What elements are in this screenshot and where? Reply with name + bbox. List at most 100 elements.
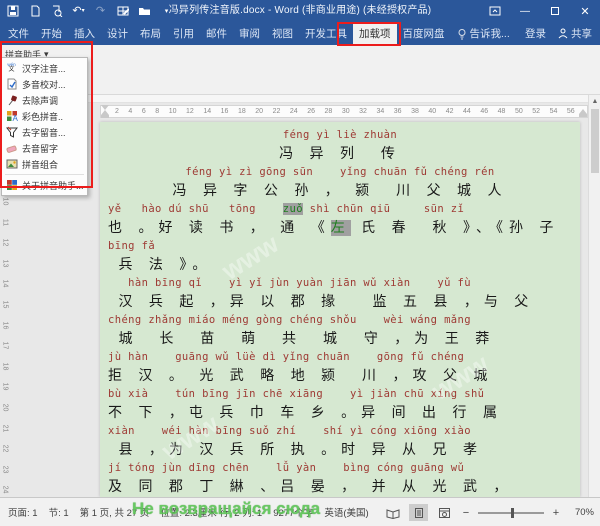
tab-审阅[interactable]: 审阅 bbox=[233, 22, 266, 45]
left-indent-marker[interactable] bbox=[101, 105, 109, 118]
horizontal-ruler[interactable]: 2468101214161820222426283032343638404244… bbox=[100, 105, 588, 118]
scrollbar-thumb[interactable] bbox=[591, 109, 599, 173]
save-icon[interactable] bbox=[6, 5, 19, 18]
menu-item-polyphone-check[interactable]: 多音校对... bbox=[2, 76, 87, 92]
undo-icon[interactable]: ↶▾ bbox=[72, 5, 85, 18]
tab-布局[interactable]: 布局 bbox=[134, 22, 167, 45]
text-segment: 氏 春 秋 》、《孙 子 bbox=[351, 220, 560, 236]
person-icon bbox=[558, 28, 568, 39]
vertical-ruler-number: 18 bbox=[2, 361, 9, 371]
menu-item-keep-pinyin-filter[interactable]: 去字留音... bbox=[2, 124, 87, 140]
ruler-number: 4 bbox=[128, 108, 132, 115]
tab-告诉我[interactable]: 告诉我... bbox=[451, 22, 516, 45]
document-line-hanzi: 冯 异 字 公 孙 ， 颍 川 父 城 人 bbox=[108, 181, 572, 201]
document-page[interactable]: féng yì liè zhuàn冯 异 列 传féng yì zì gōng … bbox=[100, 122, 580, 497]
text-segment: 冯 异 字 公 孙 ， 颍 川 父 城 人 bbox=[173, 183, 508, 199]
tab-label: 文件 bbox=[8, 26, 29, 41]
zoom-slider-thumb[interactable] bbox=[511, 508, 514, 518]
vertical-ruler-number: 16 bbox=[2, 320, 9, 330]
document-line-pinyin: jí tóng jùn dīng chēn lǚ yàn bìng cóng g… bbox=[108, 460, 572, 477]
menu-item-about-pinyin[interactable]: 关于拼音助手... bbox=[2, 177, 87, 193]
minimize-icon[interactable]: — bbox=[510, 0, 540, 22]
document-line-hanzi: 也 。好 读 书 ， 通 《左 氏 春 秋 》、《孙 子 bbox=[108, 218, 572, 238]
tab-视图[interactable]: 视图 bbox=[266, 22, 299, 45]
status-item[interactable]: 页面: 1 bbox=[8, 505, 38, 519]
open-folder-icon[interactable] bbox=[138, 5, 151, 18]
tab-设计[interactable]: 设计 bbox=[101, 22, 134, 45]
tab-加载项[interactable]: 加载项 bbox=[353, 22, 397, 45]
vertical-scrollbar[interactable]: ▲ bbox=[588, 95, 600, 497]
menu-item-label: 彩色拼音.. bbox=[22, 110, 63, 123]
draw-table-icon[interactable] bbox=[116, 5, 129, 18]
svg-text:A: A bbox=[12, 114, 18, 122]
menu-item-remove-tone-pin[interactable]: 去除声调 bbox=[2, 92, 87, 108]
zoom-slider[interactable] bbox=[478, 512, 544, 514]
ruler-number: 2 bbox=[115, 108, 119, 115]
read-mode-icon[interactable] bbox=[383, 504, 402, 521]
ruler-number: 28 bbox=[325, 108, 333, 115]
tab-文件[interactable]: 文件 bbox=[2, 22, 35, 45]
vertical-ruler-number: 14 bbox=[2, 279, 9, 289]
tab-百度网盘[interactable]: 百度网盘 bbox=[397, 22, 451, 45]
status-item[interactable]: 位置: 2.3厘米 行: 2 列: 1 bbox=[160, 505, 262, 519]
document-line-pinyin: bīng fǎ bbox=[108, 238, 572, 255]
tab-开发工具[interactable]: 开发工具 bbox=[299, 22, 353, 45]
print-layout-icon[interactable] bbox=[409, 504, 428, 521]
tab-label: 设计 bbox=[107, 26, 128, 41]
document-line-hanzi: 及 同 郡 丁 綝 、吕 晏 ， 并 从 光 武 ， bbox=[108, 477, 572, 497]
new-document-icon[interactable] bbox=[28, 5, 41, 18]
tab-label: 开发工具 bbox=[305, 26, 347, 41]
ruler-number: 6 bbox=[142, 108, 146, 115]
ribbon-display-options-icon[interactable] bbox=[480, 0, 510, 22]
print-preview-icon[interactable] bbox=[50, 5, 63, 18]
status-item[interactable]: 9277个字 bbox=[273, 505, 313, 519]
scroll-up-icon[interactable]: ▲ bbox=[589, 95, 600, 107]
vertical-ruler-number: 22 bbox=[2, 444, 9, 454]
ruler-number: 54 bbox=[550, 108, 558, 115]
zoom-in-button[interactable]: + bbox=[551, 507, 561, 519]
ruler-number: 42 bbox=[446, 108, 454, 115]
vertical-ruler-number: 21 bbox=[2, 423, 9, 433]
tab-引用[interactable]: 引用 bbox=[167, 22, 200, 45]
vertical-ruler-number: 23 bbox=[2, 464, 9, 474]
tab-插入[interactable]: 插入 bbox=[68, 22, 101, 45]
remove-tone-pin-icon bbox=[5, 94, 18, 107]
zoom-level[interactable]: 70% bbox=[568, 507, 594, 518]
customize-toolbar-icon[interactable]: ▾ bbox=[160, 5, 173, 18]
lightbulb-icon bbox=[457, 28, 467, 40]
status-bar: 页面: 1 节: 1 第 1 页, 共 27 页位置: 2.3厘米 行: 2 列: … bbox=[0, 497, 600, 526]
ruler-number: 34 bbox=[376, 108, 384, 115]
right-indent-marker[interactable] bbox=[579, 109, 587, 118]
text-segment: 县 ，为 汉 兵 所 执 。时 异 从 兄 孝 bbox=[108, 442, 483, 458]
maximize-icon[interactable] bbox=[540, 0, 570, 22]
pinyin-assistant-menu: wén文汉字注音...多音校对...去除声调 A 彩色拼音..去字留音...去音留字… bbox=[1, 57, 88, 196]
word-window: ↶▾↷▾ 冯异列传注音版.docx - Word (非商业用途) (未经授权产品… bbox=[0, 0, 600, 526]
web-layout-icon[interactable] bbox=[435, 504, 454, 521]
ruler-number: 12 bbox=[186, 108, 194, 115]
text-segment: 兵 法 》。 bbox=[108, 257, 212, 273]
vertical-ruler-number: 19 bbox=[2, 382, 9, 392]
tab-邮件[interactable]: 邮件 bbox=[200, 22, 233, 45]
tab-label: 共享 bbox=[571, 26, 592, 41]
document-line-hanzi: 不 下 ，屯 兵 巾 车 乡 。异 间 出 行 属 bbox=[108, 403, 572, 423]
redo-icon[interactable]: ↷ bbox=[94, 5, 107, 18]
polyphone-check-icon bbox=[5, 78, 18, 91]
menu-item-hanzi-zhuyin[interactable]: wén文汉字注音... bbox=[2, 60, 87, 76]
menu-item-eraser[interactable]: 去音留字 bbox=[2, 140, 87, 156]
status-item[interactable]: 第 1 页, 共 27 页 bbox=[80, 505, 150, 519]
menu-item-label: 汉字注音... bbox=[22, 62, 66, 75]
tab-共享[interactable]: 共享 bbox=[552, 22, 598, 45]
tab-开始[interactable]: 开始 bbox=[35, 22, 68, 45]
document-line-pinyin: jù hàn guāng wǔ lüè dì yǐng chuān gōng f… bbox=[108, 349, 572, 366]
menu-item-pinyin-combine[interactable]: 拼音组合 bbox=[2, 156, 87, 172]
menu-item-color-pinyin[interactable]: A 彩色拼音.. bbox=[2, 108, 87, 124]
ruler-number: 20 bbox=[255, 108, 263, 115]
tab-登录[interactable]: 登录 bbox=[519, 22, 552, 45]
text-segment: 拒 汉 。 光 武 略 地 颍 川 ，攻 父 城 bbox=[108, 368, 493, 384]
status-item[interactable]: 节: 1 bbox=[49, 505, 69, 519]
document-line-pinyin: féng yì liè zhuàn bbox=[108, 127, 572, 144]
zoom-out-button[interactable]: − bbox=[461, 507, 471, 519]
status-item[interactable]: 英语(美国) bbox=[324, 505, 368, 519]
tab-label: 视图 bbox=[272, 26, 293, 41]
close-icon[interactable]: ✕ bbox=[570, 0, 600, 22]
